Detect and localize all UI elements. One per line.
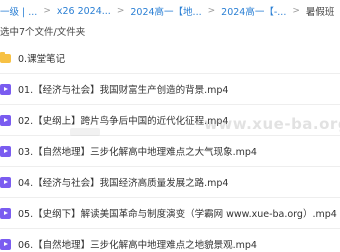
list-item-folder[interactable]: 0.课堂笔记 <box>0 43 340 74</box>
list-item-video[interactable]: 05.【史纲下】解读美国革命与制度演变（学霸网 www.xue-ba.org）.… <box>0 198 340 229</box>
breadcrumb-separator: > <box>207 6 216 16</box>
file-name: 01.【经济与社会】我国财富生产创造的背景.mp4 <box>18 85 229 96</box>
breadcrumb-separator: > <box>43 6 51 16</box>
selection-status: 选中7个文件/文件夹 <box>0 27 86 38</box>
video-file-icon <box>0 114 11 126</box>
video-file-icon <box>0 83 11 95</box>
file-list: 0.课堂笔记 01.【经济与社会】我国财富生产创造的背景.mp4 02.【史纲上… <box>0 43 340 252</box>
list-item-video[interactable]: 03.【自然地理】三步化解高中地理难点之大气现象.mp4 <box>0 136 340 167</box>
video-file-icon <box>0 145 11 157</box>
folder-icon <box>0 52 11 63</box>
breadcrumb-item-current: 暑假班 <box>305 7 335 18</box>
list-item-video[interactable]: 02.【史纲上】跨片鸟争后中国的近代化征程.mp4 <box>0 105 340 136</box>
list-item-video[interactable]: 01.【经济与社会】我国财富生产创造的背景.mp4 <box>0 74 340 105</box>
file-name: 06.【自然地理】三步化解高中地理难点之地貌景观.mp4 <box>18 240 257 251</box>
file-browser: 一级 | ... > x26 2024... > 2024高一【地... > 2… <box>0 0 340 252</box>
file-name: 04.【经济与社会】我国经济高质量发展之路.mp4 <box>18 178 229 189</box>
breadcrumb-separator: > <box>116 6 125 16</box>
video-file-icon <box>0 238 11 250</box>
breadcrumb-item-grade10[interactable]: 2024高一【-... <box>221 4 286 18</box>
file-name: 0.课堂笔记 <box>18 54 66 65</box>
breadcrumb-separator: > <box>292 6 300 16</box>
file-name: 05.【史纲下】解读美国革命与制度演变（学霸网 www.xue-ba.org）.… <box>18 209 337 220</box>
list-item-video[interactable]: 04.【经济与社会】我国经济高质量发展之路.mp4 <box>0 167 340 198</box>
list-item-video[interactable]: 06.【自然地理】三步化解高中地理难点之地貌景观.mp4 <box>0 229 340 252</box>
file-name: 03.【自然地理】三步化解高中地理难点之大气现象.mp4 <box>18 147 257 158</box>
video-file-icon <box>0 176 11 188</box>
breadcrumb-item-geography[interactable]: 2024高一【地... <box>130 4 201 18</box>
breadcrumb-item-x26[interactable]: x26 2024... <box>57 6 111 17</box>
breadcrumb-item-level1[interactable]: 一级 | ... <box>0 4 37 18</box>
video-file-icon <box>0 207 11 219</box>
file-name: 02.【史纲上】跨片鸟争后中国的近代化征程.mp4 <box>18 116 229 127</box>
breadcrumb: 一级 | ... > x26 2024... > 2024高一【地... > 2… <box>0 0 340 22</box>
